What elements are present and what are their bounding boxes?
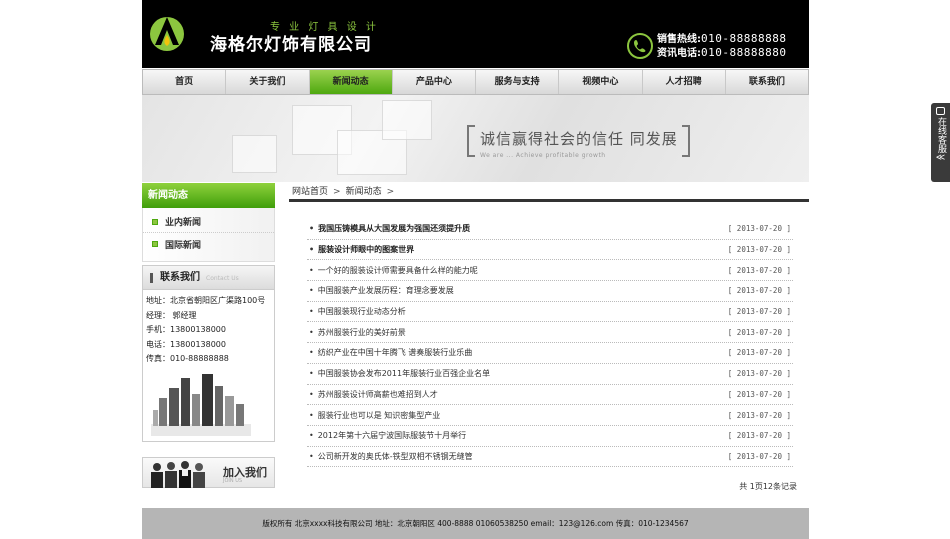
team-people-image (151, 461, 205, 488)
news-row[interactable]: 我国压铸模具从大国发展为强国还须提升质 [ 2013-07-20 ] (307, 219, 793, 240)
breadcrumb: 网站首页 > 新闻动态 > (289, 183, 809, 202)
news-title[interactable]: 2012年第十六届宁波国际服装节十月举行 (307, 430, 466, 441)
online-service-label: 在线客服 (936, 117, 946, 153)
news-row[interactable]: 中国服装产业发展历程：育理念要发展 [ 2013-07-20 ] (307, 281, 793, 302)
nav-item-news[interactable]: 新闻动态 (309, 70, 393, 94)
banner-bracket-left (467, 125, 475, 157)
nav-item-products[interactable]: 产品中心 (393, 70, 476, 94)
collapse-arrow-icon[interactable]: ≪ (931, 153, 950, 163)
breadcrumb-separator: > (386, 187, 395, 197)
news-title[interactable]: 纺织产业在中国十年腾飞 谱奏服装行业乐曲 (307, 347, 473, 358)
news-date: [ 2013-07-20 ] (727, 389, 791, 399)
sidebar-news: 新闻动态 业内新闻 国际新闻 (142, 183, 275, 262)
news-title[interactable]: 苏州服装设计师高薪也难招到人才 (307, 389, 438, 400)
site-footer: 版权所有 北京xxxx科技有限公司 地址：北京朝阳区 400-8888 0106… (142, 508, 809, 539)
contact-phone: 电话：13800138000 (146, 339, 226, 349)
news-row[interactable]: 服装设计师眼中的图案世界 [ 2013-07-20 ] (307, 240, 793, 261)
nav-item-home[interactable]: 首页 (143, 70, 227, 94)
news-date: [ 2013-07-20 ] (727, 224, 791, 234)
site-header: 专 业 灯 具 设 计 海格尔灯饰有限公司 销售热线:010-88888888 … (142, 0, 809, 68)
news-title[interactable]: 一个好的服装设计师需要具备什么样的能力呢 (307, 265, 478, 276)
contact-title: 联系我们 Contact Us (143, 266, 274, 290)
sidebar-list: 业内新闻 国际新闻 (142, 208, 275, 262)
news-row[interactable]: 一个好的服装设计师需要具备什么样的能力呢 [ 2013-07-20 ] (307, 260, 793, 282)
banner-subtitle: We are ... Achieve profitable growth (480, 152, 606, 159)
pagination-info: 共 1页12条记录 (739, 482, 797, 491)
nav-item-contact[interactable]: 联系我们 (726, 70, 808, 94)
news-row[interactable]: 中国服装现行业动态分析 [ 2013-07-20 ] (307, 302, 793, 323)
banner-title: 诚信赢得社会的信任 同发展 (480, 130, 678, 148)
join-us-label-en: JOIN US (223, 478, 243, 484)
nav-item-service[interactable]: 服务与支持 (476, 70, 560, 94)
nav-item-video[interactable]: 视频中心 (559, 70, 643, 94)
bullet-icon (152, 241, 158, 247)
news-list: 我国压铸模具从大国发展为强国还须提升质 [ 2013-07-20 ] 服装设计师眼… (307, 219, 793, 468)
news-date: [ 2013-07-20 ] (727, 451, 791, 461)
news-row[interactable]: 公司新开发的奥氏体-铁型双相不锈钢无缝管 [ 2013-07-20 ] (307, 447, 793, 468)
news-title[interactable]: 中国服装协会发布2011年服装行业百强企业名单 (307, 368, 490, 379)
news-title[interactable]: 中国服装产业发展历程：育理念要发展 (307, 285, 454, 296)
hotline-block: 销售热线:010-88888888 资讯电话:010-88888880 (657, 32, 786, 60)
news-date: [ 2013-07-20 ] (727, 410, 791, 420)
sidebar-item-label: 业内新闻 (165, 218, 202, 228)
breadcrumb-separator: > (333, 187, 341, 197)
news-date: [ 2013-07-20 ] (727, 265, 791, 275)
news-row[interactable]: 中国服装协会发布2011年服装行业百强企业名单 [ 2013-07-20 ] (307, 364, 793, 385)
nav-item-jobs[interactable]: 人才招聘 (643, 70, 726, 94)
breadcrumb-current[interactable]: 新闻动态 (346, 187, 382, 197)
sales-label: 销售热线: (657, 34, 701, 45)
news-title[interactable]: 我国压铸模具从大国发展为强国还须提升质 (307, 223, 470, 234)
banner-decor (382, 100, 432, 140)
contact-title-en: Contact Us (206, 275, 239, 282)
company-logo-icon[interactable] (148, 13, 186, 53)
contact-address: 地址：北京省朝阳区广渠路100号 (146, 296, 266, 305)
news-date: [ 2013-07-20 ] (727, 327, 791, 337)
chat-icon (936, 107, 945, 115)
news-date: [ 2013-07-20 ] (727, 286, 791, 296)
contact-details: 地址：北京省朝阳区广渠路100号 经理： 郭经理 手机：13800138000 … (143, 290, 274, 371)
news-date: [ 2013-07-20 ] (727, 369, 791, 379)
news-date: [ 2013-07-20 ] (727, 245, 791, 255)
sidebar-item-international-news[interactable]: 国际新闻 (143, 233, 274, 255)
contact-fax: 传真：010-88888888 (146, 354, 229, 363)
news-row[interactable]: 纺织产业在中国十年腾飞 谱奏服装行业乐曲 [ 2013-07-20 ] (307, 343, 793, 364)
sales-number: 010-88888888 (701, 32, 787, 45)
company-name: 海格尔灯饰有限公司 (210, 35, 372, 55)
nav-item-about[interactable]: 关于我们 (226, 70, 310, 94)
contact-mobile: 手机：13800138000 (146, 325, 226, 334)
news-date: [ 2013-07-20 ] (727, 431, 791, 441)
main-nav: 首页 关于我们 新闻动态 产品中心 服务与支持 视频中心 人才招聘 联系我们 (142, 69, 809, 95)
phone-icon (627, 33, 653, 59)
join-us-banner[interactable]: 加入我们 JOIN US (142, 457, 275, 488)
breadcrumb-home-link[interactable]: 网站首页 (292, 187, 328, 197)
news-row[interactable]: 苏州服装设计师高薪也难招到人才 [ 2013-07-20 ] (307, 385, 793, 406)
contact-panel: 联系我们 Contact Us 地址：北京省朝阳区广渠路100号 经理： 郭经理 … (142, 265, 275, 442)
news-row[interactable]: 2012年第十六届宁波国际服装节十月举行 [ 2013-07-20 ] (307, 426, 793, 447)
contact-title-text: 联系我们 (160, 272, 200, 283)
news-title[interactable]: 苏州服装行业的美好前景 (307, 327, 406, 338)
sidebar-item-industry-news[interactable]: 业内新闻 (143, 211, 274, 233)
hero-banner: 诚信赢得社会的信任 同发展 We are ... Achieve profita… (142, 95, 809, 182)
city-skyline-image (151, 374, 251, 436)
banner-bracket-right (682, 125, 690, 157)
consult-number: 010-88888880 (701, 46, 787, 59)
news-row[interactable]: 苏州服装行业的美好前景 [ 2013-07-20 ] (307, 322, 793, 344)
sidebar-item-label: 国际新闻 (165, 240, 202, 251)
news-title[interactable]: 公司新开发的奥氏体-铁型双相不锈钢无缝管 (307, 451, 473, 462)
bullet-icon (152, 218, 158, 225)
main-content: 网站首页 > 新闻动态 > 我国压铸模具从大国发展为强国还须提升质 [ 2013-07-… (289, 183, 809, 491)
banner-decor (232, 135, 277, 173)
news-row[interactable]: 服装行业也可以是 知识密集型产业 [ 2013-07-20 ] (307, 405, 793, 426)
online-service-tab[interactable]: 在线客服 ≪ (931, 103, 950, 182)
news-title[interactable]: 服装设计师眼中的图案世界 (307, 244, 414, 255)
news-date: [ 2013-07-20 ] (727, 348, 791, 358)
news-date: [ 2013-07-20 ] (727, 307, 791, 317)
sidebar-title: 新闻动态 (142, 183, 275, 208)
news-title[interactable]: 服装行业也可以是 知识密集型产业 (307, 410, 441, 421)
contact-manager: 经理： 郭经理 (146, 310, 197, 320)
consult-label: 资讯电话: (657, 48, 701, 59)
news-title[interactable]: 中国服装现行业动态分析 (307, 306, 406, 317)
